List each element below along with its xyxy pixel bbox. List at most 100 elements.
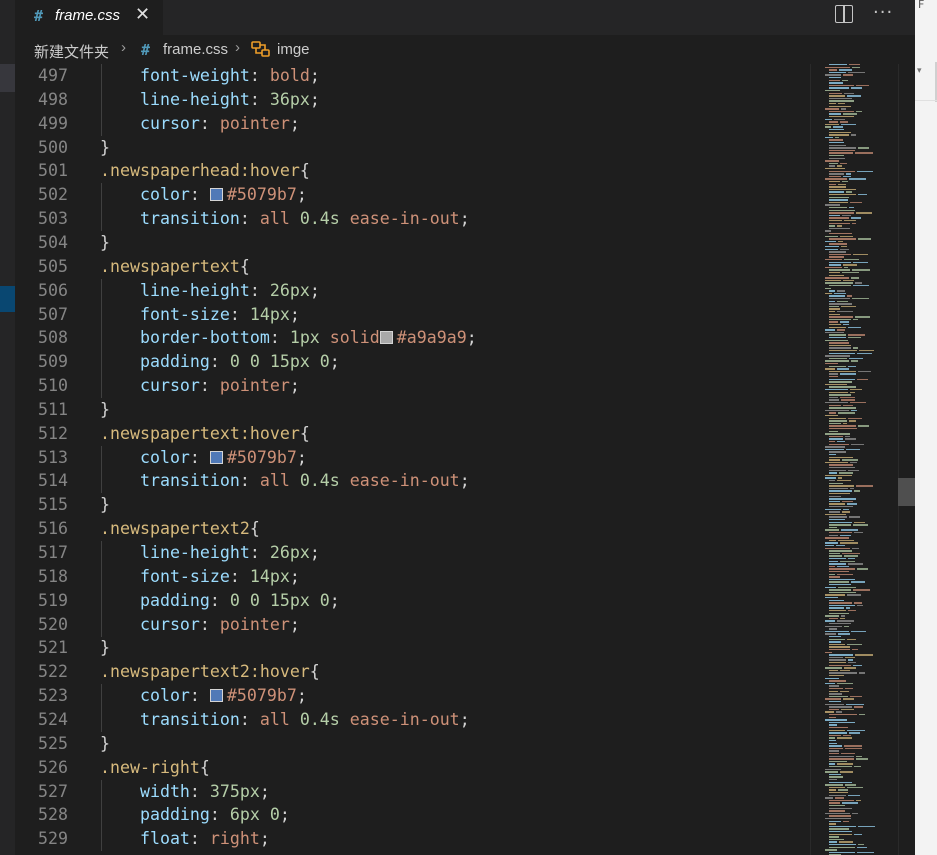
- minimap-line: [825, 513, 846, 516]
- code-line[interactable]: 529 float: right;: [15, 827, 815, 852]
- minimap-line: [852, 285, 869, 287]
- minimap-line: [829, 838, 845, 841]
- code-token: }: [100, 232, 110, 252]
- breadcrumb-file[interactable]: frame.css: [163, 41, 228, 58]
- minimap-line: [851, 87, 862, 89]
- minimap-line: [825, 703, 844, 705]
- code-line[interactable]: 498 line-height: 36px;: [15, 87, 815, 112]
- code-token: ;: [459, 709, 470, 729]
- vertical-scrollbar[interactable]: [898, 64, 916, 855]
- minimap-line: [849, 178, 866, 180]
- minimap-line: [829, 815, 852, 817]
- minimap-line: [856, 846, 868, 848]
- minimap-line: [825, 389, 848, 391]
- minimap-line: [829, 212, 854, 214]
- code-line[interactable]: 497 font-weight: bold;: [15, 64, 815, 88]
- close-icon[interactable]: ✕: [135, 4, 150, 25]
- code-token: :: [229, 304, 250, 324]
- minimap-line: [854, 282, 862, 284]
- scrollbar-thumb[interactable]: [898, 478, 915, 506]
- minimap-line: [829, 825, 856, 828]
- minimap-line: [852, 66, 861, 68]
- minimap-line: [842, 422, 847, 425]
- code-line[interactable]: 513 color: #5079b7;: [15, 445, 815, 470]
- minimap-line: [850, 201, 863, 204]
- code-line[interactable]: 526 .new-right{: [15, 756, 815, 780]
- minimap-line: [853, 490, 860, 492]
- code-line[interactable]: 523 color: #5079b7;: [15, 684, 815, 709]
- minimap-line: [829, 747, 843, 750]
- minimap-line: [829, 755, 855, 757]
- code-line[interactable]: 511}: [15, 398, 815, 422]
- color-swatch[interactable]: [209, 450, 223, 464]
- tab-frame-css[interactable]: # frame.css ✕: [15, 0, 163, 35]
- code-line[interactable]: 508 border-bottom: 1px solid #a9a9a9;: [15, 326, 815, 351]
- code-line[interactable]: 516 .newspapertext2{: [15, 517, 815, 541]
- code-line[interactable]: 502 color: #5079b7;: [15, 183, 815, 208]
- minimap-line: [829, 734, 842, 737]
- sidebar-item-highlight[interactable]: [0, 64, 15, 92]
- code-line[interactable]: 501 .newspaperhead:hover{: [15, 159, 815, 183]
- code-line[interactable]: 499 cursor: pointer;: [15, 111, 815, 136]
- code-line[interactable]: 507 font-size: 14px;: [15, 302, 815, 327]
- code-line[interactable]: 528 padding: 6px 0;: [15, 803, 815, 828]
- minimap-line: [829, 121, 839, 123]
- minimap-line: [829, 495, 841, 497]
- code-token: ;: [329, 590, 340, 610]
- minimap-line: [842, 279, 855, 282]
- minimap-line: [837, 441, 845, 443]
- code-text: .newspapertext2{: [100, 517, 260, 541]
- minimap-line: [829, 298, 851, 300]
- more-actions-icon[interactable]: ···: [873, 2, 893, 23]
- minimap-line: [825, 331, 845, 334]
- code-line[interactable]: 504}: [15, 231, 815, 255]
- minimap[interactable]: [810, 64, 899, 855]
- minimap-line: [829, 742, 838, 744]
- code-line[interactable]: 521}: [15, 636, 815, 660]
- minimap-line: [846, 173, 852, 175]
- code-line[interactable]: 522 .newspapertext2:hover{: [15, 660, 815, 684]
- code-token: line-height: [139, 89, 250, 109]
- code-line[interactable]: 520 cursor: pointer;: [15, 612, 815, 637]
- color-swatch[interactable]: [209, 689, 223, 703]
- code-line[interactable]: 512 .newspapertext:hover{: [15, 422, 815, 446]
- code-line[interactable]: 518 font-size: 14px;: [15, 564, 815, 589]
- code-line[interactable]: 514 transition: all 0.4s ease-in-out;: [15, 469, 815, 494]
- code-line[interactable]: 503 transition: all 0.4s ease-in-out;: [15, 207, 815, 232]
- minimap-line: [858, 350, 874, 352]
- minimap-line: [829, 225, 836, 227]
- code-line[interactable]: 515}: [15, 493, 815, 517]
- minimap-line: [825, 409, 850, 412]
- breadcrumb-folder[interactable]: 新建文件夹: [34, 41, 109, 62]
- code-line[interactable]: 510 cursor: pointer;: [15, 374, 815, 399]
- code-line[interactable]: 525}: [15, 732, 815, 756]
- code-token: ;: [296, 185, 307, 205]
- code-editor[interactable]: 497 font-weight: bold; 498 line-height: 3…: [15, 64, 915, 855]
- code-line[interactable]: 506 line-height: 26px;: [15, 278, 815, 303]
- minimap-line: [829, 147, 857, 149]
- minimap-line: [825, 677, 839, 679]
- code-token: .newspapertext: [100, 256, 240, 276]
- code-line[interactable]: 500}: [15, 136, 815, 160]
- minimap-line: [858, 194, 867, 196]
- minimap-line: [840, 617, 846, 620]
- minimap-line: [825, 542, 839, 544]
- line-number: 524: [38, 709, 68, 729]
- code-line[interactable]: 519 padding: 0 0 15px 0;: [15, 588, 815, 613]
- minimap-line: [829, 604, 856, 607]
- breadcrumb-symbol[interactable]: imge: [277, 41, 310, 58]
- code-line[interactable]: 527 width: 375px;: [15, 779, 815, 804]
- code-line[interactable]: 517 line-height: 26px;: [15, 541, 815, 565]
- minimap-line: [848, 563, 864, 565]
- code-line[interactable]: 509 padding: 0 0 15px 0;: [15, 350, 815, 375]
- code-line[interactable]: 524 transition: all 0.4s ease-in-out;: [15, 707, 815, 732]
- line-number: 500: [38, 137, 68, 157]
- code-line[interactable]: 505 .newspapertext{: [15, 255, 815, 279]
- code-text: }: [100, 636, 110, 660]
- minimap-line: [841, 399, 855, 401]
- color-swatch[interactable]: [209, 188, 223, 202]
- code-token: 26px: [269, 543, 310, 562]
- sidebar-item-selected[interactable]: [0, 286, 15, 312]
- color-swatch[interactable]: [379, 331, 393, 345]
- split-editor-icon[interactable]: [835, 5, 853, 23]
